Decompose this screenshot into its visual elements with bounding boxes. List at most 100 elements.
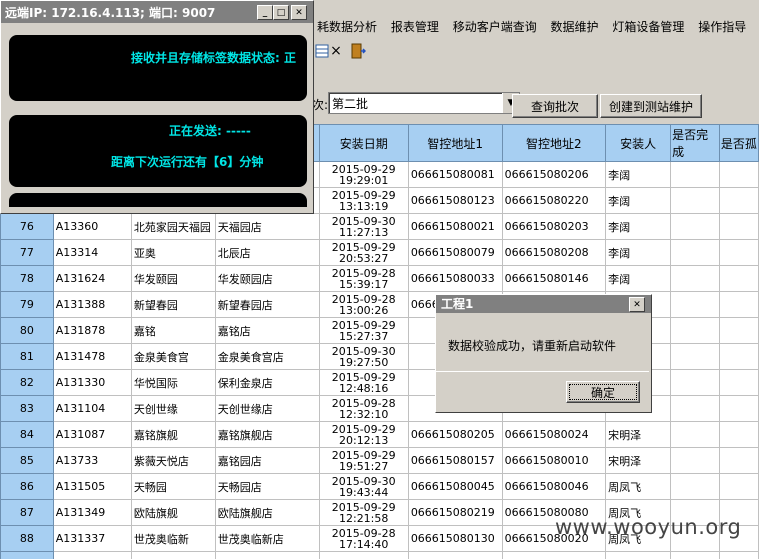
address2-cell[interactable]: 066615080203: [501, 213, 607, 240]
location-name-cell[interactable]: 欧陆旗舰: [130, 499, 216, 526]
other-cell[interactable]: [718, 369, 759, 396]
row-number-cell[interactable]: 78: [0, 265, 54, 292]
location-name-cell[interactable]: 上元北门: [130, 551, 216, 559]
close-icon[interactable]: ✕: [291, 5, 307, 20]
row-number-cell[interactable]: 89: [0, 551, 54, 559]
store-code-cell[interactable]: A131878: [52, 317, 132, 344]
completed-cell[interactable]: [670, 421, 720, 448]
install-date-cell[interactable]: 2015-09-29 12:21:58: [318, 499, 409, 526]
menu-item-data-maintenance[interactable]: 数据维护: [546, 16, 604, 38]
location-name-cell[interactable]: 世茂奥临新: [130, 525, 216, 552]
completed-cell[interactable]: [670, 369, 720, 396]
completed-cell[interactable]: [670, 291, 720, 318]
other-cell[interactable]: [718, 161, 759, 188]
location-name-cell[interactable]: 金泉美食宫: [130, 343, 216, 370]
row-number-cell[interactable]: 80: [0, 317, 54, 344]
store-code-cell[interactable]: A13314: [52, 239, 132, 266]
address2-cell[interactable]: 066615080208: [501, 239, 607, 266]
table-row[interactable]: 84 A131087 嘉铭旗舰 嘉铭旗舰店 2015-09-29 20:12:13 0666…: [0, 421, 759, 448]
store-code-cell[interactable]: A131505: [52, 473, 132, 500]
store-name-cell[interactable]: 天福园店: [214, 213, 320, 240]
row-number-cell[interactable]: 79: [0, 291, 54, 318]
store-name-cell[interactable]: 欧陆旗舰店: [214, 499, 320, 526]
install-date-cell[interactable]: 2015-09-29 20:53:27: [318, 239, 409, 266]
address1-cell[interactable]: 066615080045: [407, 473, 503, 500]
address2-cell[interactable]: 066615080220: [501, 187, 607, 214]
row-number-cell[interactable]: 86: [0, 473, 54, 500]
address1-cell[interactable]: 066615080219: [407, 499, 503, 526]
menu-item-guide[interactable]: 操作指导: [693, 16, 751, 38]
install-date-cell[interactable]: 2015-09-29 20:12:13: [318, 421, 409, 448]
store-name-cell[interactable]: 华发颐园店: [214, 265, 320, 292]
address2-cell[interactable]: 066615080206: [501, 161, 607, 188]
installer-cell[interactable]: 宋明泽: [605, 447, 672, 474]
store-name-cell[interactable]: 嘉铭园店: [214, 447, 320, 474]
dialog-titlebar[interactable]: 工程1 ✕: [436, 295, 651, 313]
store-code-cell[interactable]: A13360: [52, 213, 132, 240]
installer-cell[interactable]: 李阔: [605, 187, 672, 214]
store-name-cell[interactable]: 天创世缘店: [214, 395, 320, 422]
location-name-cell[interactable]: 北苑家园天福园: [130, 213, 216, 240]
install-date-cell[interactable]: 2015-09-30 19:27:50: [318, 343, 409, 370]
install-date-cell[interactable]: 2015-09-28 17:14:40: [318, 525, 409, 552]
address1-cell[interactable]: 066615080079: [407, 239, 503, 266]
close-icon[interactable]: ✕: [629, 297, 645, 312]
address1-cell[interactable]: 066615080123: [407, 187, 503, 214]
row-number-cell[interactable]: 81: [0, 343, 54, 370]
installer-cell[interactable]: 李阔: [605, 213, 672, 240]
store-code-cell[interactable]: A131624: [52, 265, 132, 292]
store-code-cell[interactable]: A131087: [52, 421, 132, 448]
store-name-cell[interactable]: 新望春园店: [214, 291, 320, 318]
menu-item-lightbox[interactable]: 灯箱设备管理: [607, 16, 689, 38]
install-date-cell[interactable]: 2015-09-28 15:39:17: [318, 265, 409, 292]
row-number-cell[interactable]: 77: [0, 239, 54, 266]
completed-cell[interactable]: [670, 447, 720, 474]
location-name-cell[interactable]: 嘉铭旗舰: [130, 421, 216, 448]
row-number-cell[interactable]: 76: [0, 213, 54, 240]
table-row[interactable]: 89A131029上元北门上元旗舰店2015-09-28066615080202…: [0, 551, 759, 559]
address1-cell[interactable]: 066615080205: [407, 421, 503, 448]
query-batch-button[interactable]: 查询批次: [512, 94, 598, 118]
location-name-cell[interactable]: 紫薇天悦店: [130, 447, 216, 474]
completed-cell[interactable]: [670, 239, 720, 266]
other-cell[interactable]: [718, 213, 759, 240]
address1-cell[interactable]: 066615080033: [407, 265, 503, 292]
store-name-cell[interactable]: 世茂奥临新店: [214, 525, 320, 552]
install-date-cell[interactable]: 2015-09-28 12:32:10: [318, 395, 409, 422]
store-name-cell[interactable]: 金泉美食宫店: [214, 343, 320, 370]
minimize-icon[interactable]: _: [257, 5, 273, 20]
install-date-cell[interactable]: 2015-09-29 13:13:19: [318, 187, 409, 214]
column-header-installer[interactable]: 安装人: [605, 124, 672, 162]
other-cell[interactable]: [718, 447, 759, 474]
row-number-cell[interactable]: 87: [0, 499, 54, 526]
store-code-cell[interactable]: A13733: [52, 447, 132, 474]
completed-cell[interactable]: [670, 473, 720, 500]
remote-window-titlebar[interactable]: 远端IP: 172.16.4.113; 端口: 9007 _ □ ✕: [1, 1, 313, 23]
address2-cell[interactable]: 066615080010: [501, 447, 607, 474]
other-cell[interactable]: [718, 421, 759, 448]
completed-cell[interactable]: [670, 343, 720, 370]
table-row[interactable]: 78 A131624 华发颐园 华发颐园店 2015-09-28 15:39:17 0666…: [0, 265, 759, 292]
store-code-cell[interactable]: A131104: [52, 395, 132, 422]
installer-cell[interactable]: 周凤飞: [605, 551, 672, 559]
menu-item-analysis[interactable]: 耗数据分析: [312, 16, 382, 38]
completed-cell[interactable]: [670, 395, 720, 422]
installer-cell[interactable]: 李阔: [605, 239, 672, 266]
location-name-cell[interactable]: 亚奥: [130, 239, 216, 266]
address1-cell[interactable]: 066615080130: [407, 525, 503, 552]
location-name-cell[interactable]: 新望春园: [130, 291, 216, 318]
location-name-cell[interactable]: 华发颐园: [130, 265, 216, 292]
row-number-cell[interactable]: 88: [0, 525, 54, 552]
column-header-other[interactable]: 是否孤: [718, 124, 759, 162]
installer-cell[interactable]: 周凤飞: [605, 473, 672, 500]
install-date-cell[interactable]: 2015-09-30 11:27:13: [318, 213, 409, 240]
install-date-cell[interactable]: 2015-09-28 13:00:26: [318, 291, 409, 318]
create-station-button[interactable]: 创建到测站维护: [600, 94, 702, 118]
menu-item-more[interactable]: 水: [755, 16, 759, 38]
store-code-cell[interactable]: A131478: [52, 343, 132, 370]
store-code-cell[interactable]: A131337: [52, 525, 132, 552]
ok-button[interactable]: 确定: [566, 381, 640, 403]
row-number-cell[interactable]: 85: [0, 447, 54, 474]
address2-cell[interactable]: 066615080024: [501, 421, 607, 448]
store-code-cell[interactable]: A131029: [52, 551, 132, 559]
